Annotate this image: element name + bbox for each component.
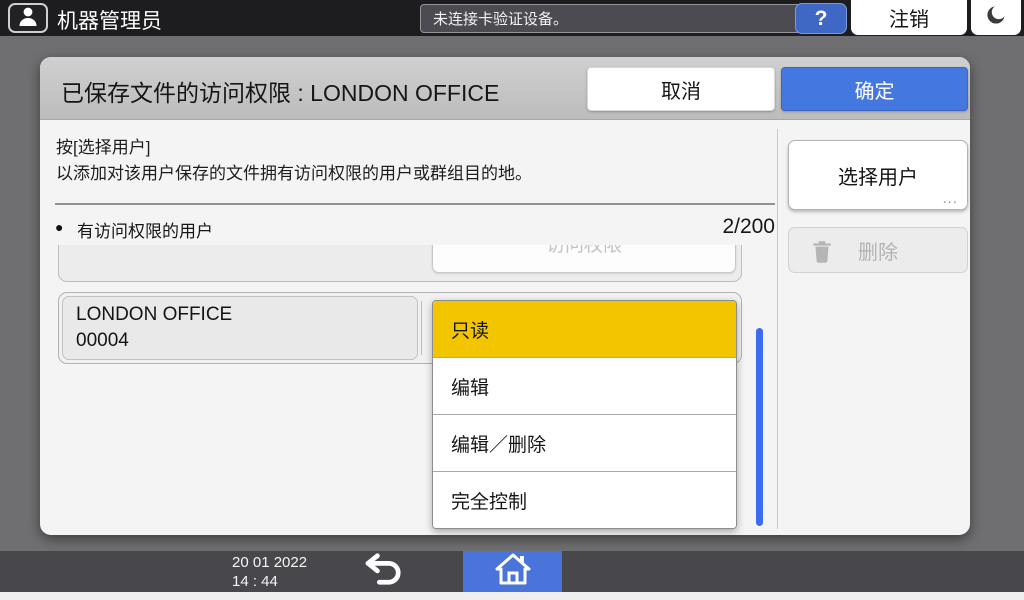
list-header-label: 有访问权限的用户: [77, 222, 213, 241]
time-label: 14 : 44: [232, 572, 278, 590]
trash-icon: [809, 238, 835, 270]
instruction-text: 按[选择用户] 以添加对该用户保存的文件拥有访问权限的用户或群组目的地。: [56, 135, 532, 186]
permission-dropdown-menu: 只读 编辑 编辑／删除 完全控制: [432, 300, 737, 529]
permission-button-partial[interactable]: 访问权限: [432, 245, 736, 273]
delete-label: 删除: [858, 241, 898, 264]
moon-icon: [984, 3, 1008, 32]
cancel-button[interactable]: 取消: [587, 67, 775, 111]
panel-divider: [777, 129, 778, 529]
top-bar: 机器管理员 未连接卡验证设备。 ? 注销: [0, 0, 1024, 36]
row-divider: [421, 301, 422, 355]
back-arrow-icon: [362, 552, 408, 591]
home-icon: [495, 553, 531, 590]
device-screen: 机器管理员 未连接卡验证设备。 ? 注销 已保存文件的访问权限 : LONDON…: [0, 0, 1024, 600]
sleep-mode-button[interactable]: [971, 0, 1021, 35]
date-label: 20 01 2022: [232, 554, 308, 571]
user-name-cell[interactable]: LONDON OFFICE 00004: [62, 296, 418, 360]
status-message: 未连接卡验证设备。: [433, 11, 569, 28]
system-status-dropdown[interactable]: 未连接卡验证设备。: [420, 4, 820, 33]
ellipsis-icon: ...: [942, 190, 958, 207]
question-icon: ?: [814, 6, 828, 30]
dropdown-option-full-control[interactable]: 完全控制: [433, 472, 736, 528]
instruction-line-1: 按[选择用户]: [56, 138, 151, 157]
home-button[interactable]: [463, 551, 562, 592]
dropdown-option-edit-delete[interactable]: 编辑／删除: [433, 415, 736, 472]
dropdown-option-edit[interactable]: 编辑: [433, 358, 736, 415]
user-row-id: 00004: [76, 330, 129, 351]
logged-in-user-label: 机器管理员: [57, 10, 162, 33]
dropdown-option-read-only[interactable]: 只读: [433, 301, 736, 358]
screen-bottom-strip: [0, 592, 1024, 600]
dialog-header: 已保存文件的访问权限 : LONDON OFFICE 取消 确定: [40, 57, 970, 120]
user-row-name: LONDON OFFICE: [76, 304, 233, 326]
select-user-button[interactable]: 选择用户 ...: [788, 140, 968, 210]
ok-button[interactable]: 确定: [781, 67, 968, 111]
user-row-partial: 访问权限: [58, 245, 742, 282]
dialog-title: 已保存文件的访问权限 : LONDON OFFICE: [61, 80, 500, 106]
delete-button[interactable]: 删除: [788, 227, 968, 273]
date-time: 20 01 2022 14 : 44: [232, 554, 307, 592]
back-button[interactable]: [350, 551, 420, 592]
list-scrollbar[interactable]: [756, 328, 763, 526]
user-count: 2/200: [722, 215, 775, 238]
list-header-row: ● 有访问权限的用户 2/200: [55, 215, 775, 241]
bullet-icon: ●: [55, 219, 64, 235]
user-icon: [16, 5, 40, 32]
access-permission-dialog: 已保存文件的访问权限 : LONDON OFFICE 取消 确定 按[选择用户]…: [40, 57, 970, 535]
logout-button[interactable]: 注销: [851, 0, 967, 35]
current-user-button[interactable]: [8, 3, 48, 33]
help-button[interactable]: ?: [795, 3, 847, 34]
select-user-label: 选择用户: [838, 166, 918, 189]
instruction-line-2: 以添加对该用户保存的文件拥有访问权限的用户或群组目的地。: [56, 163, 532, 183]
section-divider: [55, 203, 775, 205]
bottom-bar: 20 01 2022 14 : 44: [0, 551, 1024, 592]
